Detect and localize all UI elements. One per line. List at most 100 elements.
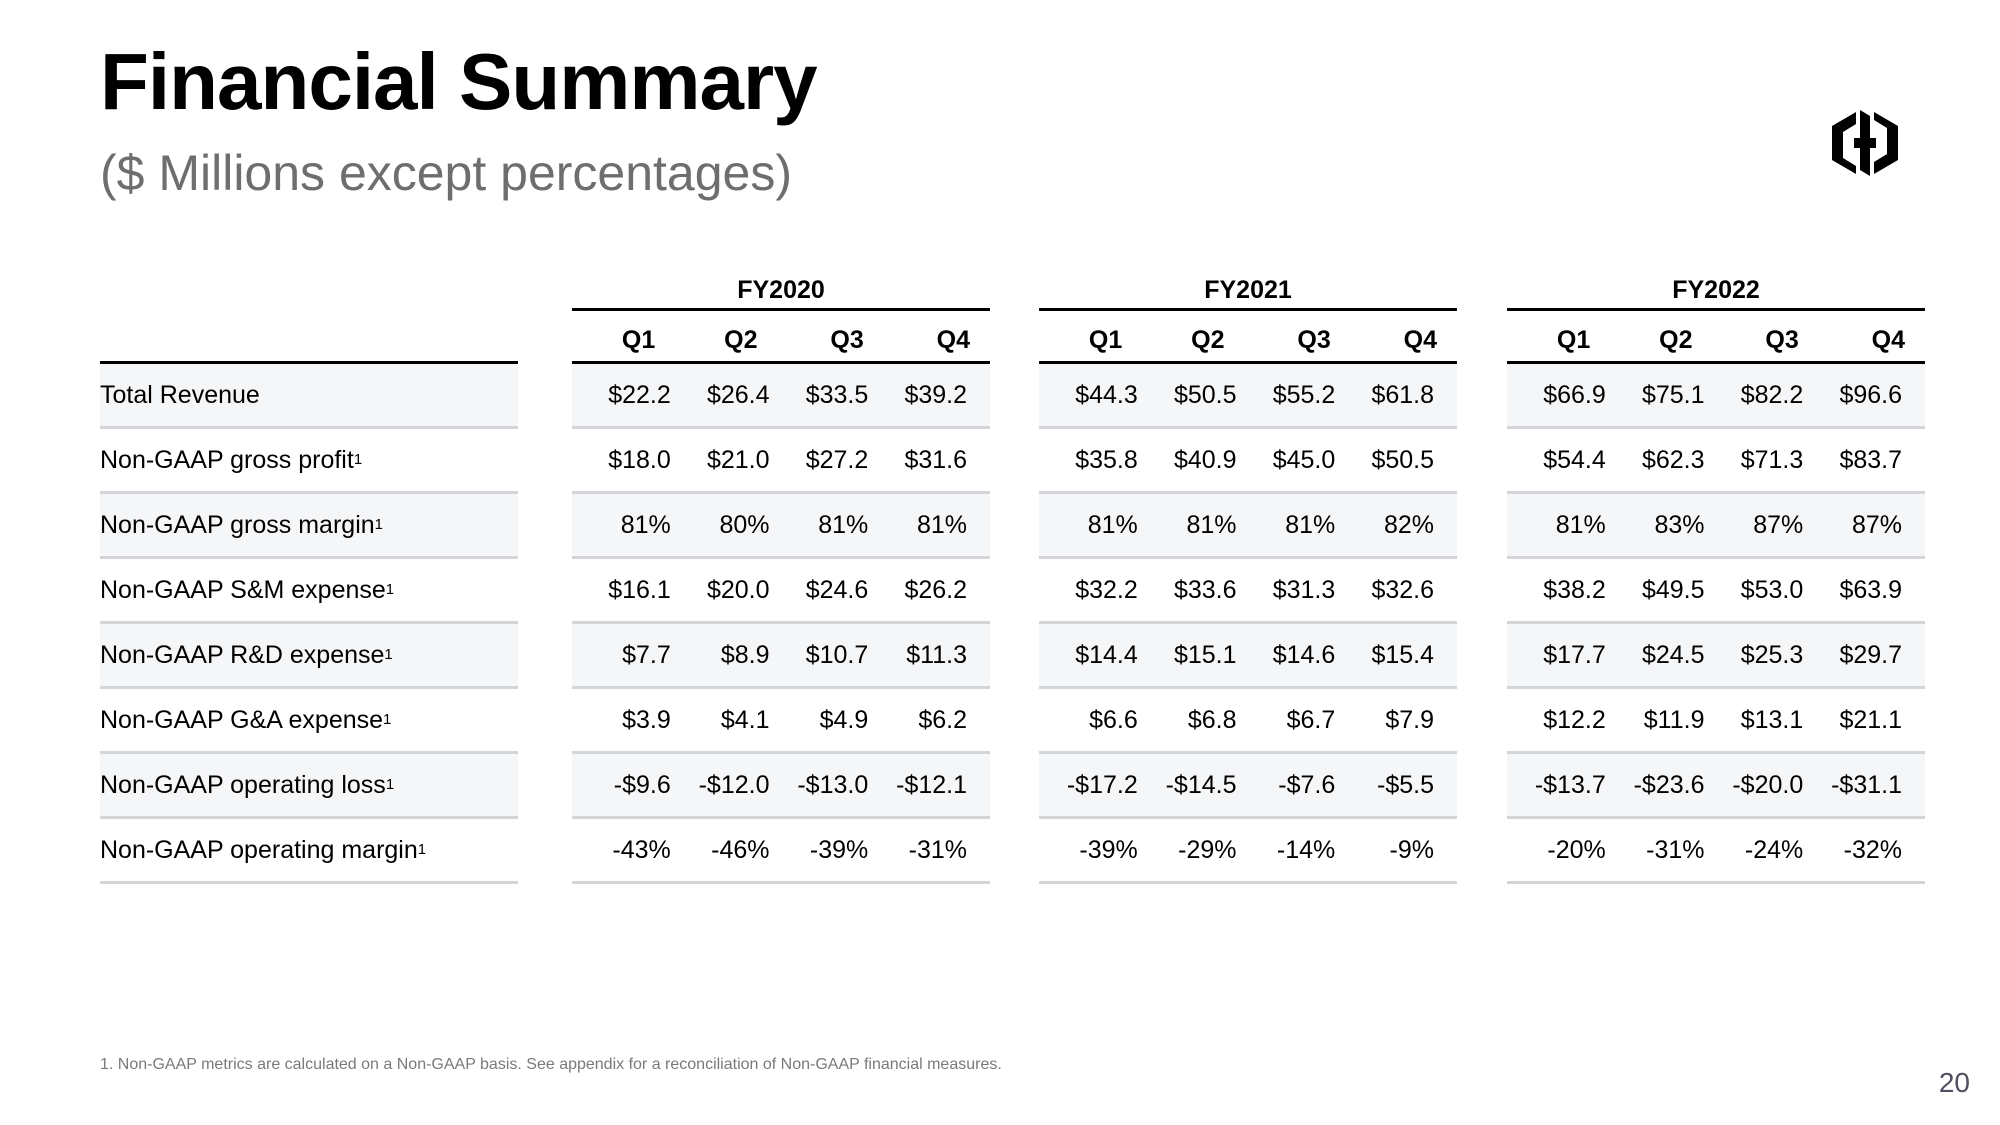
table-row: -$17.2 -$14.5 -$7.6 -$5.5	[1039, 754, 1457, 819]
table-cell: -$31.1	[1831, 770, 1902, 799]
table-cell: $61.8	[1371, 380, 1434, 409]
table-cell: $8.9	[720, 640, 770, 669]
table-cell: -20%	[1547, 835, 1606, 864]
table-cell: $82.2	[1740, 380, 1804, 409]
fiscal-year-title: FY2021	[1204, 276, 1292, 304]
table-cell: $31.3	[1272, 575, 1336, 604]
footnote: 1. Non-GAAP metrics are calculated on a …	[100, 1056, 1002, 1073]
row-label-text: Non-GAAP gross margin	[100, 510, 375, 539]
table-cell: $4.1	[720, 705, 770, 734]
table-cell: $31.6	[904, 445, 967, 474]
table-cell: $26.4	[706, 380, 770, 409]
hashicorp-logo-icon	[1832, 110, 1898, 176]
table-cell: $49.5	[1641, 575, 1705, 604]
table-cell: -$7.6	[1278, 770, 1336, 799]
quarter-header: Q2	[724, 326, 758, 354]
quarter-header: Q4	[1871, 326, 1905, 354]
table-cell: -$23.6	[1633, 770, 1705, 799]
table-row: $22.2 $26.4 $33.5 $39.2	[572, 364, 990, 429]
table-cell: 80%	[719, 510, 770, 539]
fiscal-year-title: FY2020	[737, 276, 825, 304]
table-row: $38.2 $49.5 $53.0 $63.9	[1507, 559, 1925, 624]
table-row: -20% -31% -24% -32%	[1507, 819, 1925, 884]
table-cell: $14.6	[1272, 640, 1336, 669]
quarter-header-row: Q1 Q2 Q3 Q4	[1507, 311, 1925, 361]
page-subtitle: ($ Millions except percentages)	[100, 145, 792, 201]
table-cell: -39%	[1079, 835, 1138, 864]
table-cell: $25.3	[1740, 640, 1804, 669]
table-cell: 81%	[1087, 510, 1138, 539]
table-cell: -9%	[1389, 835, 1434, 864]
table-cell: $17.7	[1543, 640, 1606, 669]
table-cell: $50.5	[1371, 445, 1434, 474]
table-cell: $11.9	[1643, 705, 1705, 734]
table-cell: $20.0	[706, 575, 770, 604]
quarter-header: Q4	[936, 326, 970, 354]
table-cell: $55.2	[1272, 380, 1336, 409]
quarter-header-row: Q1 Q2 Q3 Q4	[1039, 311, 1457, 361]
table-row: 81% 81% 81% 82%	[1039, 494, 1457, 559]
quarter-header: Q2	[1659, 326, 1693, 354]
table-row: $12.2 $11.9 $13.1 $21.1	[1507, 689, 1925, 754]
row-label-text: Non-GAAP gross profit	[100, 445, 354, 474]
table-row: -39% -29% -14% -9%	[1039, 819, 1457, 884]
table-cell: -$17.2	[1066, 770, 1138, 799]
table-cell: 81%	[916, 510, 967, 539]
table-cell: -$5.5	[1377, 770, 1434, 799]
row-label-text: Non-GAAP G&A expense	[100, 705, 384, 734]
table-cell: $40.9	[1173, 445, 1237, 474]
table-cell: $75.1	[1641, 380, 1705, 409]
table-cell: $83.7	[1839, 445, 1902, 474]
table-cell: $44.3	[1075, 380, 1138, 409]
table-cell: $21.1	[1839, 705, 1902, 734]
table-cell: $18.0	[608, 445, 671, 474]
row-label-text: Non-GAAP operating margin	[100, 835, 418, 864]
table-row: $18.0 $21.0 $27.2 $31.6	[572, 429, 990, 494]
table-row: $54.4 $62.3 $71.3 $83.7	[1507, 429, 1925, 494]
table-row: $7.7 $8.9 $10.7 $11.3	[572, 624, 990, 689]
row-label-text: Non-GAAP R&D expense	[100, 640, 385, 669]
table-cell: $50.5	[1173, 380, 1237, 409]
table-cell: $63.9	[1839, 575, 1902, 604]
quarter-header: Q1	[1556, 326, 1591, 354]
table-cell: $14.4	[1075, 640, 1138, 669]
table-cell: 81%	[620, 510, 671, 539]
fiscal-year-group: FY2021 Q1 Q2 Q3 Q4 $44.3 $50.5 $55.2 $61.8 $35.8 $…	[1039, 272, 1457, 884]
table-cell: $24.5	[1641, 640, 1705, 669]
quarter-header: Q4	[1403, 326, 1437, 354]
table-cell: $32.6	[1371, 575, 1434, 604]
row-label-text: Non-GAAP operating loss	[100, 770, 386, 799]
table-cell: -$12.0	[698, 770, 770, 799]
quarter-header: Q2	[1191, 326, 1225, 354]
table-row: 81% 80% 81% 81%	[572, 494, 990, 559]
table-cell: $54.4	[1543, 445, 1606, 474]
table-cell: -43%	[612, 835, 671, 864]
quarter-header: Q3	[830, 326, 864, 354]
table-cell: $27.2	[805, 445, 869, 474]
quarter-header: Q1	[621, 326, 656, 354]
table-cell: $33.6	[1173, 575, 1237, 604]
table-row: $44.3 $50.5 $55.2 $61.8	[1039, 364, 1457, 429]
fiscal-year-group: FY2020 Q1 Q2 Q3 Q4 $22.2 $26.4 $33.5 $39.2 $18.0 $…	[572, 272, 990, 884]
row-label: Non-GAAP S&M expense 1	[100, 559, 518, 624]
table-cell: $53.0	[1740, 575, 1804, 604]
table-cell: $32.2	[1075, 575, 1138, 604]
table-cell: $13.1	[1740, 705, 1804, 734]
table-cell: $6.7	[1286, 705, 1336, 734]
table-cell: 81%	[1555, 510, 1606, 539]
table-cell: $26.2	[904, 575, 967, 604]
row-labels-column: Total Revenue Non-GAAP gross profit 1 Non-G…	[100, 361, 518, 884]
table-cell: 81%	[1186, 510, 1237, 539]
table-cell: -$12.1	[896, 770, 967, 799]
table-cell: $7.9	[1385, 705, 1434, 734]
table-cell: 81%	[1285, 510, 1336, 539]
table-cell: $6.2	[918, 705, 967, 734]
table-cell: $12.2	[1543, 705, 1606, 734]
table-cell: $10.7	[805, 640, 869, 669]
table-cell: 82%	[1383, 510, 1434, 539]
table-row: $17.7 $24.5 $25.3 $29.7	[1507, 624, 1925, 689]
table-cell: $3.9	[622, 705, 671, 734]
table-cell: $35.8	[1075, 445, 1138, 474]
table-cell: $11.3	[906, 640, 967, 669]
table-cell: -24%	[1744, 835, 1804, 864]
